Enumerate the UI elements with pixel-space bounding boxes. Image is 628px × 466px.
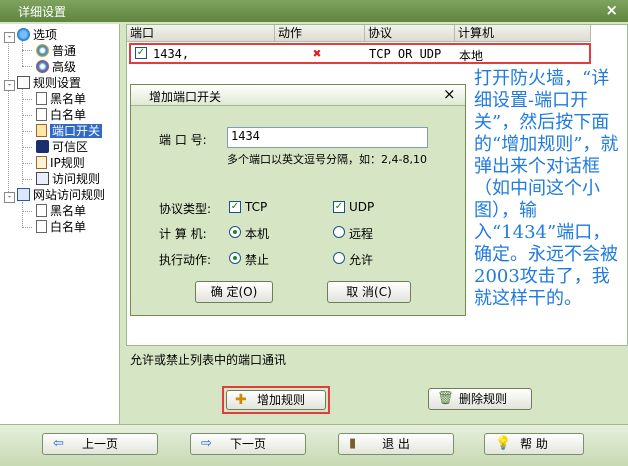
tree-node-port-switch[interactable]: 端口开关 [36, 123, 103, 139]
document-icon [36, 204, 47, 217]
trash-icon: 🗑 [437, 391, 454, 406]
close-icon[interactable]: × [605, 1, 618, 19]
column-header-protocol[interactable]: 协议 [365, 25, 455, 42]
tree-node-general[interactable]: 普通 [36, 43, 76, 59]
remote-radio[interactable] [333, 226, 345, 238]
tree-node-options[interactable]: - 选项 [4, 27, 57, 43]
tcp-label: TCP [245, 200, 268, 214]
bottom-toolbar: ⇦ 上一页 ⇨ 下一页 ▮ 退 出 💡 帮 助 [0, 424, 628, 466]
exe-icon [36, 172, 49, 185]
ip-icon [36, 156, 47, 169]
udp-checkbox[interactable]: ✓ [333, 201, 345, 213]
local-label: 本机 [245, 227, 270, 241]
dialog-title: 增加端口开关 [149, 90, 222, 104]
exit-button[interactable]: ▮ 退 出 [338, 433, 454, 455]
column-header-port[interactable]: 端口 [127, 25, 275, 42]
port-input[interactable]: 1434 [227, 127, 428, 148]
document-icon [36, 108, 47, 121]
udp-label: UDP [349, 200, 375, 214]
gear-icon [36, 60, 49, 73]
tree-node-access-rules[interactable]: 访问规则 [36, 171, 100, 187]
settings-tree: - 选项 普通 高级 - 规则设置 黑名单 白名单 端口开关 可信区 IP规则 访问… [0, 24, 120, 424]
cell-computer: 本地 [459, 49, 484, 63]
allow-label: 允许 [349, 253, 374, 267]
add-rule-highlight: ✚ 增加规则 [222, 386, 330, 414]
deny-label: 禁止 [245, 253, 270, 267]
port-icon [36, 124, 47, 137]
add-port-dialog: 增加端口开关 × 端 口 号: 1434 多个端口以英文逗号分隔，如：2,4-8… [130, 84, 466, 316]
document-icon [36, 92, 47, 105]
port-label: 端 口 号: [159, 133, 207, 147]
status-area: 允许或禁止列表中的端口通讯 ✚ 增加规则 🗑 删除规则 [120, 346, 628, 424]
gear-icon [36, 44, 49, 57]
local-radio[interactable] [229, 226, 241, 238]
globe-icon [17, 188, 30, 201]
next-page-button[interactable]: ⇨ 下一页 [190, 433, 306, 455]
tcp-checkbox[interactable]: ✓ [229, 201, 241, 213]
plus-icon: ✚ [235, 392, 247, 408]
dialog-titlebar: 增加端口开关 × [131, 85, 465, 106]
collapse-icon[interactable]: - [4, 80, 15, 91]
window-titlebar: 详细设置 × [0, 0, 628, 22]
collapse-icon[interactable]: - [4, 192, 15, 203]
cell-port: 1434, [153, 47, 190, 61]
status-description: 允许或禁止列表中的端口通讯 [130, 353, 287, 367]
protocol-label: 协议类型: [159, 202, 212, 216]
tree-node-advanced[interactable]: 高级 [36, 59, 76, 75]
column-header-computer[interactable]: 计算机 [455, 25, 591, 42]
window-title: 详细设置 [18, 5, 67, 19]
collapse-icon[interactable]: - [4, 32, 15, 43]
rules-icon [17, 76, 30, 89]
row-checkbox[interactable]: ✓ [135, 47, 147, 59]
tree-node-ip-rules[interactable]: IP规则 [36, 155, 85, 171]
add-rule-button[interactable]: ✚ 增加规则 [226, 390, 326, 410]
tree-node-whitelist[interactable]: 白名单 [36, 107, 86, 123]
dialog-close-icon[interactable]: × [443, 85, 456, 103]
port-hint: 多个端口以英文逗号分隔，如：2,4-8,10 [227, 153, 427, 166]
tree-node-trusted-zone[interactable]: 可信区 [36, 139, 88, 155]
prev-page-button[interactable]: ⇦ 上一页 [42, 433, 158, 455]
remote-label: 远程 [349, 227, 374, 241]
table-row[interactable]: ✓ 1434, ✖ TCP OR UDP 本地 [129, 43, 591, 64]
tree-node-rules[interactable]: - 规则设置 [4, 75, 81, 91]
ok-button[interactable]: 确 定(O) [195, 281, 273, 303]
tree-node-port-switch-label: 端口开关 [50, 124, 103, 138]
shield-icon [36, 140, 49, 153]
deny-radio[interactable] [229, 252, 241, 264]
tree-node-site-access[interactable]: - 网站访问规则 [4, 187, 105, 203]
annotation-text: 打开防火墙，“详细设置-端口开关”，然后按下面的“增加规则”，就弹出来个对话框（… [474, 68, 619, 309]
action-label: 执行动作: [159, 253, 212, 267]
tree-node-blacklist[interactable]: 黑名单 [36, 91, 86, 107]
allow-radio[interactable] [333, 252, 345, 264]
red-x-icon: ✖ [313, 46, 322, 62]
help-button[interactable]: 💡 帮 助 [484, 433, 584, 455]
cancel-button[interactable]: 取 消(C) [327, 281, 411, 303]
column-header-action[interactable]: 动作 [275, 25, 365, 42]
document-icon [36, 220, 47, 233]
delete-rule-button[interactable]: 🗑 删除规则 [428, 388, 532, 410]
options-icon [17, 28, 30, 41]
tree-node-site-blacklist[interactable]: 黑名单 [36, 203, 86, 219]
tree-node-site-whitelist[interactable]: 白名单 [36, 219, 86, 235]
cell-protocol: TCP OR UDP [369, 47, 442, 61]
computer-label: 计 算 机: [159, 227, 207, 241]
